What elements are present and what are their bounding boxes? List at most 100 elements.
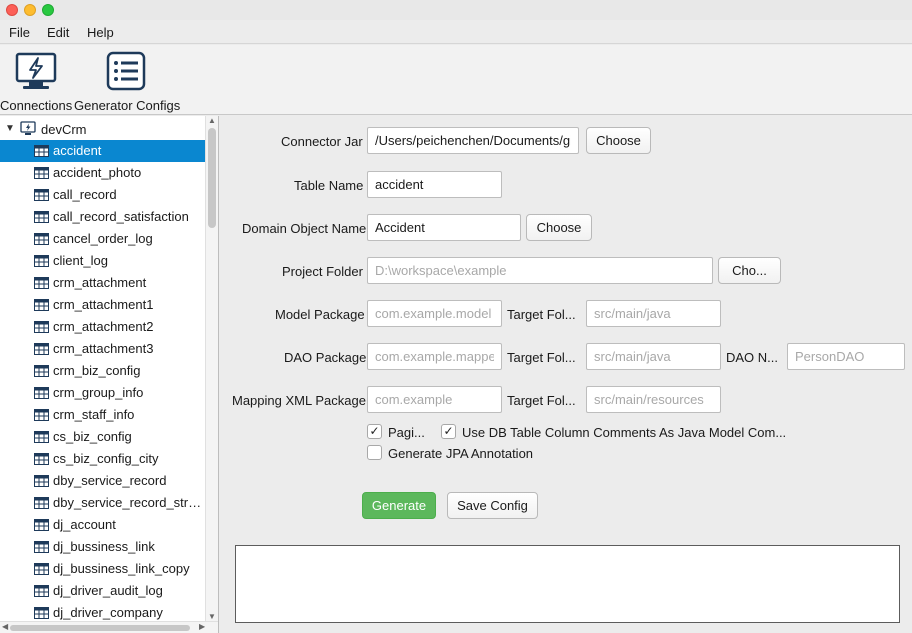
generate-button[interactable]: Generate xyxy=(362,492,436,519)
table-icon xyxy=(34,299,49,314)
toolbar: Connections Generator Configs xyxy=(0,45,912,115)
title-bar xyxy=(0,0,912,20)
scroll-right-icon[interactable]: ▶ xyxy=(199,622,205,631)
tree-item[interactable]: crm_attachment3 xyxy=(0,338,205,360)
project-folder-choose-button[interactable]: Cho... xyxy=(718,257,781,284)
menu-edit[interactable]: Edit xyxy=(47,25,69,40)
jpa-annotation-label: Generate JPA Annotation xyxy=(388,446,534,461)
table-icon xyxy=(34,607,49,622)
table-icon xyxy=(34,563,49,578)
tree-item[interactable]: cs_biz_config_city xyxy=(0,448,205,470)
menu-help[interactable]: Help xyxy=(87,25,114,40)
tree-item[interactable]: dj_bussiness_link xyxy=(0,536,205,558)
tree-item[interactable]: crm_staff_info xyxy=(0,404,205,426)
tree-item-label: crm_staff_info xyxy=(53,407,135,422)
project-folder-input[interactable] xyxy=(367,257,713,284)
save-config-button[interactable]: Save Config xyxy=(447,492,538,519)
connections-button[interactable]: Connections xyxy=(0,51,72,113)
table-icon xyxy=(34,321,49,336)
tree-item-label: dby_service_record_stre... xyxy=(53,495,203,510)
tree-root-devcrm[interactable]: ▼ devCrm xyxy=(0,119,205,139)
table-icon xyxy=(34,189,49,204)
tree-item[interactable]: accident_photo xyxy=(0,162,205,184)
tree-item[interactable]: dby_service_record xyxy=(0,470,205,492)
table-icon xyxy=(34,255,49,270)
scroll-up-icon[interactable]: ▲ xyxy=(208,116,216,125)
domain-object-name-input[interactable] xyxy=(367,214,521,241)
dao-target-folder-label: Target Fol... xyxy=(507,350,576,365)
table-icon xyxy=(34,277,49,292)
table-icon xyxy=(34,475,49,490)
minimize-window-button[interactable] xyxy=(24,4,36,16)
tree-item[interactable]: cs_biz_config xyxy=(0,426,205,448)
tree-item-label: dby_service_record xyxy=(53,473,167,488)
tree-item[interactable]: call_record xyxy=(0,184,205,206)
table-icon xyxy=(34,585,49,600)
scroll-left-icon[interactable]: ◀ xyxy=(2,622,8,631)
tree-item[interactable]: crm_attachment1 xyxy=(0,294,205,316)
tree-item-label: cs_biz_config xyxy=(53,429,132,444)
pagination-checkbox[interactable]: ✓ xyxy=(367,424,382,439)
tree-item[interactable]: call_record_satisfaction xyxy=(0,206,205,228)
tree-item[interactable]: crm_attachment2 xyxy=(0,316,205,338)
tree-item-label: cs_biz_config_city xyxy=(53,451,159,466)
table-name-input[interactable] xyxy=(367,171,502,198)
output-console[interactable] xyxy=(235,545,900,623)
model-target-folder-input[interactable] xyxy=(586,300,721,327)
connector-jar-choose-button[interactable]: Choose xyxy=(586,127,651,154)
scroll-down-icon[interactable]: ▼ xyxy=(208,612,216,621)
jpa-annotation-checkbox[interactable] xyxy=(367,445,382,460)
tree-item[interactable]: crm_group_info xyxy=(0,382,205,404)
table-icon xyxy=(34,365,49,380)
tree-item[interactable]: dj_driver_audit_log xyxy=(0,580,205,602)
vertical-scroll-thumb[interactable] xyxy=(208,128,216,228)
tree-item[interactable]: crm_biz_config xyxy=(0,360,205,382)
table-icon xyxy=(34,519,49,534)
generator-configs-label: Generator Configs xyxy=(74,98,181,113)
tree-item[interactable]: dj_bussiness_link_copy xyxy=(0,558,205,580)
model-target-folder-label: Target Fol... xyxy=(507,307,576,322)
menu-bar: File Edit Help xyxy=(0,20,912,44)
expand-arrow-icon[interactable]: ▼ xyxy=(5,123,15,134)
tree-item[interactable]: crm_attachment xyxy=(0,272,205,294)
list-icon xyxy=(74,51,178,96)
table-icon xyxy=(34,145,49,160)
mapping-xml-package-input[interactable] xyxy=(367,386,502,413)
close-window-button[interactable] xyxy=(6,4,18,16)
connector-jar-input[interactable] xyxy=(367,127,579,154)
generator-form: Connector Jar Choose Table Name Domain O… xyxy=(220,116,912,633)
table-icon xyxy=(34,387,49,402)
domain-object-choose-button[interactable]: Choose xyxy=(526,214,592,241)
generator-configs-button[interactable]: Generator Configs xyxy=(74,51,181,113)
connector-jar-label: Connector Jar xyxy=(281,134,363,149)
table-list: accident accident_photo call_record call_re… xyxy=(0,140,205,624)
use-comments-checkbox[interactable]: ✓ xyxy=(441,424,456,439)
dao-name-input[interactable] xyxy=(787,343,905,370)
dao-target-folder-input[interactable] xyxy=(586,343,721,370)
tree-item-label: client_log xyxy=(53,253,108,268)
tree-item-label: dj_driver_audit_log xyxy=(53,583,163,598)
menu-file[interactable]: File xyxy=(9,25,30,40)
project-folder-label: Project Folder xyxy=(282,264,363,279)
table-icon xyxy=(34,167,49,182)
tree-item-label: call_record_satisfaction xyxy=(53,209,189,224)
tree-item[interactable]: dby_service_record_stre... xyxy=(0,492,205,514)
horizontal-scrollbar[interactable]: ◀ ▶ xyxy=(0,621,218,633)
database-connection-icon xyxy=(20,121,36,139)
table-icon xyxy=(34,343,49,358)
mapping-target-folder-input[interactable] xyxy=(586,386,721,413)
tree-item[interactable]: client_log xyxy=(0,250,205,272)
tree-item[interactable]: accident xyxy=(0,140,205,162)
connections-label: Connections xyxy=(0,98,73,113)
model-package-input[interactable] xyxy=(367,300,502,327)
table-icon xyxy=(34,211,49,226)
dao-package-input[interactable] xyxy=(367,343,502,370)
tree-item-label: call_record xyxy=(53,187,117,202)
tree-item[interactable]: cancel_order_log xyxy=(0,228,205,250)
tree-item[interactable]: dj_account xyxy=(0,514,205,536)
table-icon xyxy=(34,453,49,468)
horizontal-scroll-thumb[interactable] xyxy=(10,625,190,631)
tree-item-label: crm_attachment xyxy=(53,275,147,290)
zoom-window-button[interactable] xyxy=(42,4,54,16)
vertical-scrollbar[interactable]: ▲ ▼ xyxy=(205,116,218,621)
